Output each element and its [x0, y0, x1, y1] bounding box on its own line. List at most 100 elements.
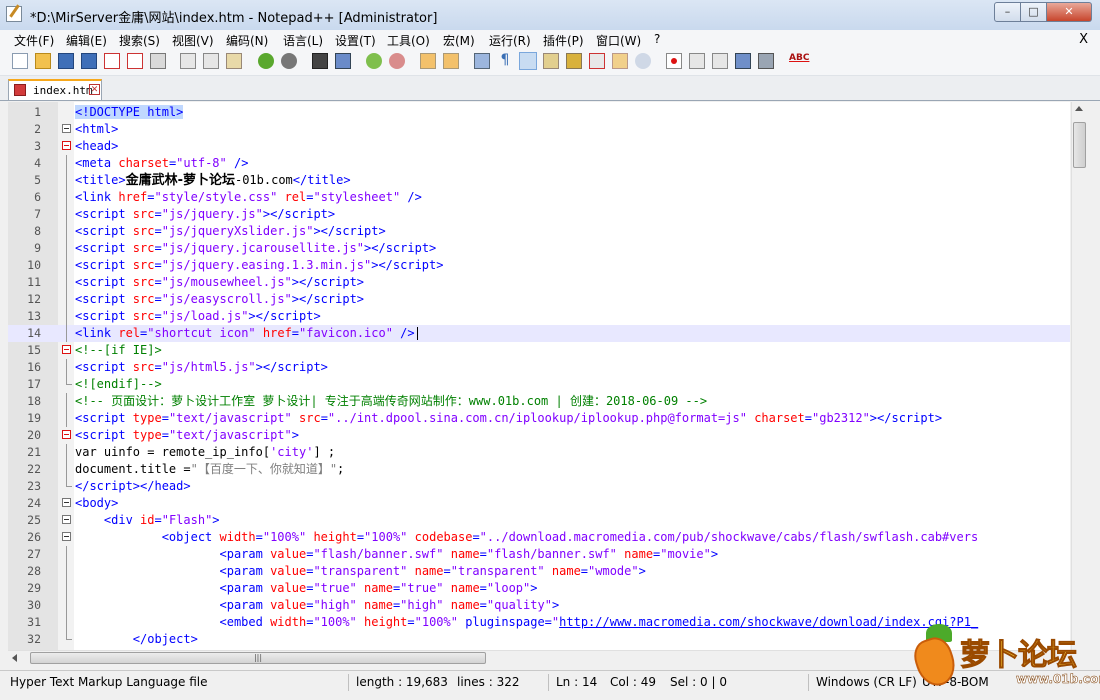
fold-toggle-icon[interactable]	[62, 124, 71, 133]
code-editor[interactable]: 1 <!DOCTYPE html> 2 <html> 3 <head> 4 <meta cha…	[8, 102, 1070, 650]
code-text[interactable]: </object>	[75, 631, 198, 648]
code-text[interactable]: <div id="Flash">	[75, 512, 220, 529]
find-icon[interactable]	[312, 53, 328, 69]
menu-macro[interactable]: 宏(M)	[443, 32, 475, 49]
code-line[interactable]: 5 <title>金庸武林-萝卜论坛-01b.com</title>	[8, 172, 1070, 189]
show-all-characters-icon[interactable]: ¶	[497, 53, 513, 69]
code-text[interactable]: <script src="js/mousewheel.js"></script>	[75, 274, 364, 291]
paste-icon[interactable]	[226, 53, 242, 69]
code-text[interactable]: <title>金庸武林-萝卜论坛-01b.com</title>	[75, 172, 351, 189]
code-line[interactable]: 28 <param value="transparent" name="tran…	[8, 563, 1070, 580]
menu-plugins[interactable]: 插件(P)	[543, 32, 584, 49]
code-line[interactable]: 30 <param value="high" name="high" name=…	[8, 597, 1070, 614]
code-line[interactable]: 29 <param value="true" name="true" name=…	[8, 580, 1070, 597]
code-text[interactable]: <body>	[75, 495, 118, 512]
undo-icon[interactable]	[258, 53, 274, 69]
code-text[interactable]: <link href="style/style.css" rel="styles…	[75, 189, 422, 206]
code-line[interactable]: 8 <script src="js/jqueryXslider.js"></scr…	[8, 223, 1070, 240]
code-text[interactable]: <![endif]-->	[75, 376, 162, 393]
record-macro-icon[interactable]	[666, 53, 682, 69]
indent-guide-icon[interactable]	[519, 52, 537, 70]
open-file-icon[interactable]	[35, 53, 51, 69]
cut-icon[interactable]	[180, 53, 196, 69]
code-line[interactable]: 22 document.title ="【百度一下、你就知道】";	[8, 461, 1070, 478]
save-icon[interactable]	[58, 53, 74, 69]
menu-search[interactable]: 搜索(S)	[119, 32, 160, 49]
code-text[interactable]: <!DOCTYPE html>	[75, 104, 184, 121]
code-text[interactable]: <script src="js/jquery.js"></script>	[75, 206, 335, 223]
monitoring-icon[interactable]	[635, 53, 651, 69]
code-line[interactable]: 1 <!DOCTYPE html>	[8, 104, 1070, 121]
user-language-icon[interactable]	[543, 53, 559, 69]
code-text[interactable]: <!-- 页面设计：萝卜设计工作室 萝卜设计| 专注于高端传奇网站制作：www.…	[75, 393, 707, 410]
code-text[interactable]: <meta charset="utf-8" />	[75, 155, 248, 172]
status-eol[interactable]: Windows (CR LF)	[816, 675, 917, 689]
code-line[interactable]: 25 <div id="Flash">	[8, 512, 1070, 529]
menu-language[interactable]: 语言(L)	[283, 32, 323, 49]
code-text[interactable]: document.title ="【百度一下、你就知道】";	[75, 461, 344, 478]
code-line[interactable]: 24 <body>	[8, 495, 1070, 512]
code-text[interactable]: var uinfo = remote_ip_info['city'] ;	[75, 444, 335, 461]
code-text[interactable]: <script type="text/javascript" src="../i…	[75, 410, 942, 427]
code-text[interactable]: <head>	[75, 138, 118, 155]
fold-toggle-icon[interactable]	[62, 345, 71, 354]
code-line[interactable]: 9 <script src="js/jquery.jcarousellite.js…	[8, 240, 1070, 257]
code-line[interactable]: 27 <param value="flash/banner.swf" name=…	[8, 546, 1070, 563]
code-text[interactable]: <param value="flash/banner.swf" name="fl…	[75, 546, 719, 563]
code-line[interactable]: 19 <script type="text/javascript" src="..…	[8, 410, 1070, 427]
code-line[interactable]: 21 var uinfo = remote_ip_info['city'] ;	[8, 444, 1070, 461]
close-document-button[interactable]: X	[1079, 32, 1088, 47]
code-line[interactable]: 13 <script src="js/load.js"></script>	[8, 308, 1070, 325]
stop-macro-icon[interactable]	[689, 53, 705, 69]
code-line[interactable]: 18 <!-- 页面设计：萝卜设计工作室 萝卜设计| 专注于高端传奇网站制作：ww…	[8, 393, 1070, 410]
code-text[interactable]: </script></head>	[75, 478, 191, 495]
run-macro-multiple-icon[interactable]	[735, 53, 751, 69]
code-line[interactable]: 17 <![endif]-->	[8, 376, 1070, 393]
code-line[interactable]: 15 <!--[if IE]>	[8, 342, 1070, 359]
code-text[interactable]: <script type="text/javascript">	[75, 427, 299, 444]
scroll-up-arrow-icon[interactable]	[1075, 106, 1083, 111]
code-text[interactable]: <script src="js/html5.js"></script>	[75, 359, 328, 376]
minimize-button[interactable]: –	[994, 2, 1021, 22]
code-text[interactable]: <script src="js/jquery.jcarousellite.js"…	[75, 240, 436, 257]
code-line[interactable]: 6 <link href="style/style.css" rel="style…	[8, 189, 1070, 206]
code-line[interactable]: 3 <head>	[8, 138, 1070, 155]
code-text[interactable]: <embed width="100%" height="100%" plugin…	[75, 614, 979, 631]
code-line[interactable]: 23 </script></head>	[8, 478, 1070, 495]
code-text[interactable]: <object width="100%" height="100%" codeb…	[75, 529, 978, 546]
code-line[interactable]: 16 <script src="js/html5.js"></script>	[8, 359, 1070, 376]
zoom-out-icon[interactable]	[389, 53, 405, 69]
replace-icon[interactable]	[335, 53, 351, 69]
close-file-icon[interactable]	[104, 53, 120, 69]
code-text[interactable]: <script src="js/jquery.easing.1.3.min.js…	[75, 257, 443, 274]
maximize-button[interactable]: □	[1021, 2, 1047, 22]
code-text[interactable]: <param value="transparent" name="transpa…	[75, 563, 646, 580]
code-line[interactable]: 20 <script type="text/javascript">	[8, 427, 1070, 444]
spell-check-icon[interactable]: ABC	[789, 53, 809, 69]
close-tab-icon[interactable]: ✕	[89, 84, 100, 95]
function-list-icon[interactable]	[589, 53, 605, 69]
close-all-icon[interactable]	[127, 53, 143, 69]
folder-workspace-icon[interactable]	[612, 53, 628, 69]
notepad-app-icon[interactable]	[6, 6, 22, 22]
menu-run[interactable]: 运行(R)	[489, 32, 531, 49]
word-wrap-icon[interactable]	[474, 53, 490, 69]
code-line[interactable]: 26 <object width="100%" height="100%" co…	[8, 529, 1070, 546]
menu-view[interactable]: 视图(V)	[172, 32, 214, 49]
code-text[interactable]: <param value="true" name="true" name="lo…	[75, 580, 538, 597]
menu-file[interactable]: 文件(F)	[14, 32, 54, 49]
menu-window[interactable]: 窗口(W)	[596, 32, 641, 49]
redo-icon[interactable]	[281, 53, 297, 69]
code-text[interactable]: <param value="high" name="high" name="qu…	[75, 597, 560, 614]
close-button[interactable]: ✕	[1047, 2, 1092, 22]
scroll-left-arrow-icon[interactable]	[12, 654, 17, 662]
code-text[interactable]: <!--[if IE]>	[75, 342, 162, 359]
menu-settings[interactable]: 设置(T)	[335, 32, 376, 49]
save-macro-icon[interactable]	[758, 53, 774, 69]
doc-map-icon[interactable]	[566, 53, 582, 69]
menu-edit[interactable]: 编辑(E)	[66, 32, 107, 49]
code-text[interactable]: <script src="js/easyscroll.js"></script>	[75, 291, 364, 308]
code-text[interactable]: <script src="js/jqueryXslider.js"></scri…	[75, 223, 386, 240]
code-text[interactable]: <link rel="shortcut icon" href="favicon.…	[75, 325, 418, 342]
code-line[interactable]: 4 <meta charset="utf-8" />	[8, 155, 1070, 172]
